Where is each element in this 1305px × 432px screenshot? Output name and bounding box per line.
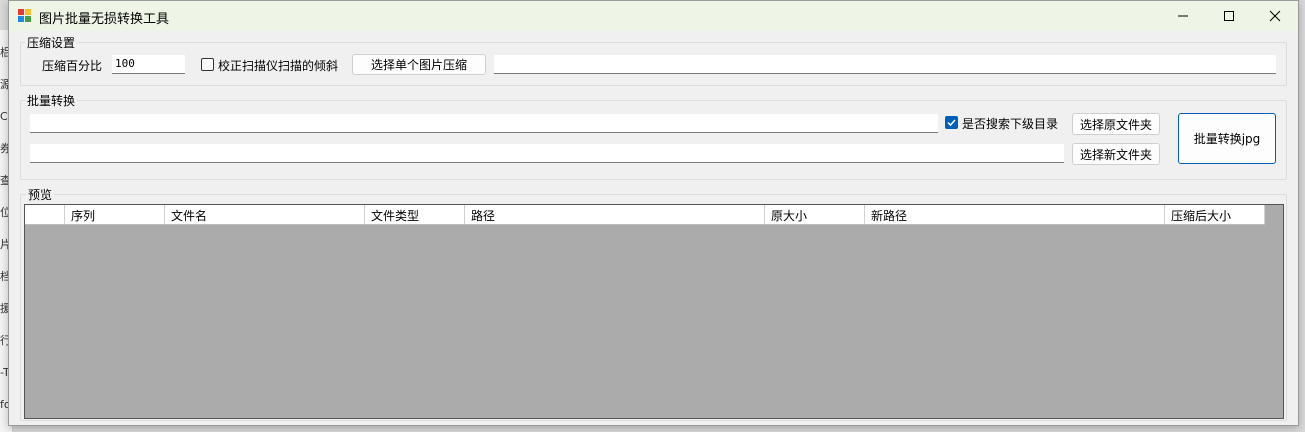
minimize-button[interactable] xyxy=(1160,1,1206,31)
select-single-image-button[interactable]: 选择单个图片压缩 xyxy=(352,54,486,75)
column-header-original-size[interactable]: 原大小 xyxy=(765,205,865,224)
compress-group-label: 压缩设置 xyxy=(25,34,78,51)
close-button[interactable] xyxy=(1252,1,1298,31)
select-source-folder-button[interactable]: 选择原文件夹 xyxy=(1072,113,1160,135)
maximize-button[interactable] xyxy=(1206,1,1252,31)
select-dest-folder-button[interactable]: 选择新文件夹 xyxy=(1072,143,1160,165)
percent-input[interactable]: 100 xyxy=(112,55,185,74)
column-header-new-path[interactable]: 新路径 xyxy=(865,205,1165,224)
deskew-label: 校正扫描仪扫描的倾斜 xyxy=(218,59,339,73)
batch-group-label: 批量转换 xyxy=(25,92,78,109)
search-subdir-checkbox[interactable] xyxy=(945,116,958,129)
column-header-index[interactable]: 序列 xyxy=(65,205,165,224)
batch-convert-jpg-button[interactable]: 批量转换jpg xyxy=(1178,113,1276,164)
app-image-icon xyxy=(18,9,31,22)
preview-table-header: 序列 文件名 文件类型 路径 原大小 新路径 压缩后大小 xyxy=(25,205,1265,225)
dest-folder-input[interactable] xyxy=(30,144,1064,163)
minimize-icon xyxy=(1178,15,1188,17)
window-title: 图片批量无损转换工具 xyxy=(39,12,170,27)
percent-label: 压缩百分比 xyxy=(42,59,103,73)
row-header-cell[interactable] xyxy=(25,205,65,224)
column-header-path[interactable]: 路径 xyxy=(465,205,765,224)
single-image-path-field[interactable] xyxy=(494,55,1276,74)
search-subdir-label: 是否搜索下级目录 xyxy=(962,117,1059,131)
main-window: 图片批量无损转换工具 压缩设置 压缩百分比 100 校正扫描仪扫描的倾斜 选择单… xyxy=(8,0,1299,426)
bg-char: C xyxy=(0,110,8,123)
preview-group-label: 预览 xyxy=(26,186,55,203)
deskew-checkbox[interactable] xyxy=(201,58,214,71)
maximize-icon xyxy=(1224,11,1234,21)
close-icon xyxy=(1269,10,1281,22)
preview-table[interactable]: 序列 文件名 文件类型 路径 原大小 新路径 压缩后大小 xyxy=(24,204,1284,419)
column-header-filetype[interactable]: 文件类型 xyxy=(365,205,465,224)
title-bar[interactable]: 图片批量无损转换工具 xyxy=(9,1,1298,31)
column-header-filename[interactable]: 文件名 xyxy=(165,205,365,224)
source-folder-input[interactable] xyxy=(30,114,938,133)
column-header-compressed-size[interactable]: 压缩后大小 xyxy=(1165,205,1265,224)
checkmark-icon xyxy=(947,119,956,127)
batch-convert-group xyxy=(20,100,1287,180)
